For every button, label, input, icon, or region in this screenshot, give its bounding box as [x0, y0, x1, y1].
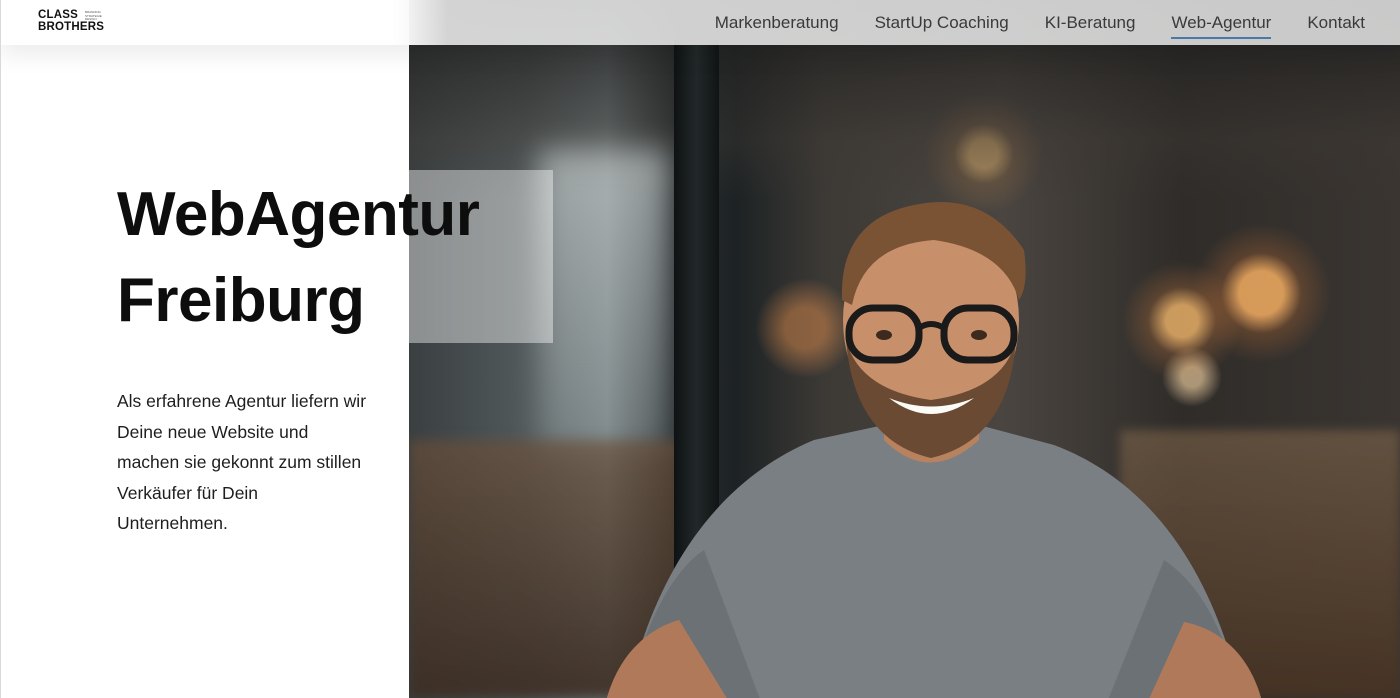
main-nav: Markenberatung StartUp Coaching KI-Berat… [715, 0, 1365, 45]
logo-line2: BROTHERS [38, 20, 105, 33]
hero-left-panel [0, 45, 409, 698]
hero-photo [409, 0, 1400, 698]
hero-description: Als erfahrene Agentur liefern wir Deine … [117, 391, 367, 534]
hero-title-line1: WebAgentur [117, 180, 480, 249]
brand-logo-icon[interactable]: CLASS BROTHERS BRANDING STRATEGIE DESIGN [38, 9, 118, 36]
nav-item-kontakt[interactable]: Kontakt [1307, 10, 1365, 36]
logo-tagline: BRANDING STRATEGIE DESIGN [85, 10, 102, 22]
page-left-border [0, 0, 1, 698]
nav-item-startup-coaching[interactable]: StartUp Coaching [875, 10, 1009, 36]
site-header: CLASS BROTHERS BRANDING STRATEGIE DESIGN… [0, 0, 1400, 45]
hero-title: WebAgentur Freiburg [117, 172, 480, 344]
nav-item-markenberatung[interactable]: Markenberatung [715, 10, 839, 36]
logo-line1: CLASS [38, 9, 78, 21]
nav-item-ki-beratung[interactable]: KI-Beratung [1045, 10, 1136, 36]
smiling-man-illustration [606, 202, 1262, 698]
nav-item-web-agentur[interactable]: Web-Agentur [1171, 10, 1271, 39]
hero-title-line2: Freiburg [117, 266, 365, 335]
